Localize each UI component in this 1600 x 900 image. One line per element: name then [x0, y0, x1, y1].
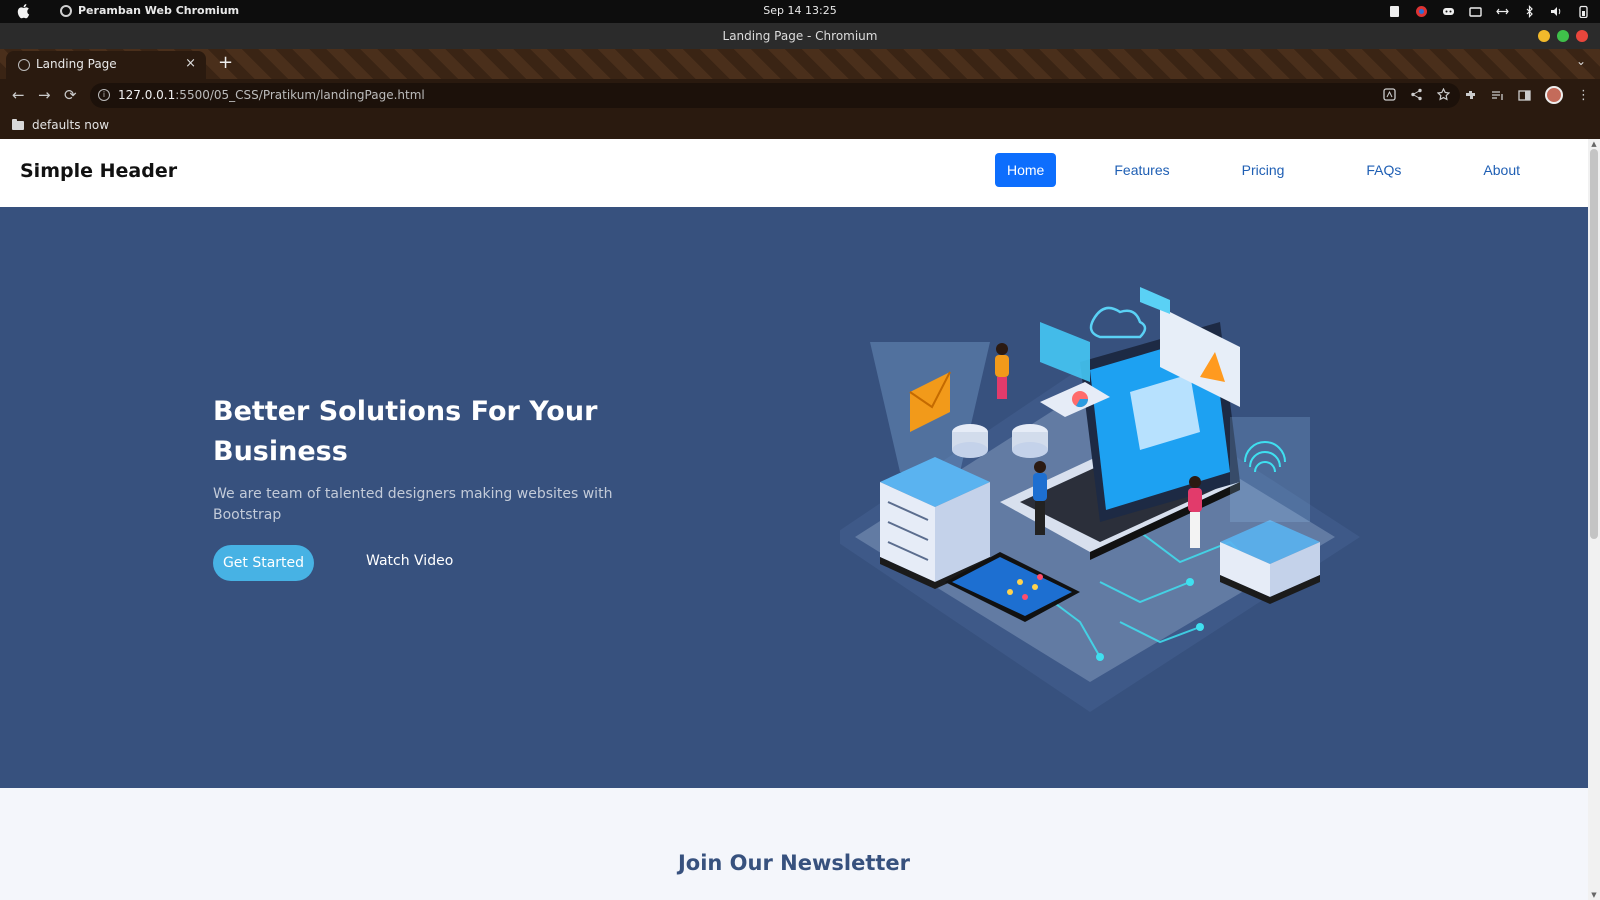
tab-search-button[interactable]: ⌄: [1576, 54, 1586, 68]
site-logo[interactable]: Simple Header: [20, 160, 177, 182]
get-started-button[interactable]: Get Started: [213, 545, 314, 581]
url-host: 127.0.0.1: [118, 88, 176, 102]
share-icon[interactable]: [1410, 88, 1423, 101]
window-title: Landing Page - Chromium: [722, 29, 878, 43]
notes-icon[interactable]: [1388, 5, 1401, 18]
tab-strip: Landing Page ×: [0, 49, 1600, 79]
hero-subtitle: We are team of talented designers making…: [213, 486, 613, 523]
scroll-down-icon[interactable]: ▼: [1590, 891, 1598, 899]
tab-title: Landing Page: [36, 57, 117, 71]
clock[interactable]: Sep 14 13:25: [0, 4, 1600, 17]
browser-menu-button[interactable]: ⋮: [1577, 88, 1590, 103]
side-panel-icon[interactable]: [1518, 89, 1531, 102]
hero-illustration: [840, 287, 1360, 712]
bookmark-folder-defaults[interactable]: defaults now: [12, 118, 109, 132]
scroll-up-icon[interactable]: ▲: [1590, 140, 1598, 148]
record-icon[interactable]: [1415, 5, 1428, 18]
minimize-button[interactable]: [1538, 30, 1550, 42]
os-top-bar: Peramban Web Chromium Sep 14 13:25: [0, 0, 1600, 23]
toolbar-right: ⋮: [1464, 86, 1590, 104]
window-title-bar[interactable]: Landing Page - Chromium: [0, 23, 1600, 49]
newsletter-title: Join Our Newsletter: [677, 851, 910, 875]
nav-home[interactable]: Home: [995, 153, 1057, 187]
main-nav: Home Features Pricing FAQs About: [995, 153, 1532, 187]
globe-icon: [18, 59, 30, 71]
window-controls: [1538, 30, 1588, 42]
translate-icon[interactable]: [1383, 88, 1396, 101]
network-icon[interactable]: [1496, 5, 1509, 18]
wallet-icon[interactable]: [1469, 5, 1482, 18]
discord-icon[interactable]: [1442, 5, 1455, 18]
browser-toolbar: ← → ⟳ i 127.0.0.1:5500/05_CSS/Pratikum/l…: [0, 79, 1600, 112]
reload-button[interactable]: ⟳: [64, 86, 77, 104]
scroll-thumb[interactable]: [1590, 149, 1598, 539]
close-tab-icon[interactable]: ×: [185, 56, 196, 71]
nav-faqs[interactable]: FAQs: [1354, 153, 1413, 187]
close-window-button[interactable]: [1576, 30, 1588, 42]
new-tab-button[interactable]: +: [218, 52, 233, 73]
watch-video-button[interactable]: Watch Video: [366, 553, 453, 569]
battery-icon[interactable]: [1577, 5, 1590, 18]
address-bar-actions: [1383, 88, 1450, 101]
maximize-button[interactable]: [1557, 30, 1569, 42]
site-info-icon[interactable]: i: [98, 89, 110, 101]
folder-icon: [12, 118, 24, 130]
url-path: :5500/05_CSS/Pratikum/landingPage.html: [175, 88, 425, 102]
hero-section: Better Solutions For Your Business We ar…: [0, 207, 1588, 788]
hero-title: Better Solutions For Your Business: [213, 396, 598, 467]
nav-features[interactable]: Features: [1102, 153, 1181, 187]
nav-pricing[interactable]: Pricing: [1230, 153, 1297, 187]
back-button[interactable]: ←: [12, 86, 25, 104]
url-text: 127.0.0.1:5500/05_CSS/Pratikum/landingPa…: [118, 88, 425, 102]
system-tray: [1388, 3, 1590, 20]
site-header: Simple Header Home Features Pricing FAQs…: [0, 139, 1588, 207]
bookmark-star-icon[interactable]: [1437, 88, 1450, 101]
bookmarks-bar: defaults now: [0, 112, 1600, 139]
bookmark-label: defaults now: [32, 118, 110, 132]
tab-landing-page[interactable]: Landing Page ×: [6, 51, 206, 79]
extensions-icon[interactable]: [1464, 89, 1477, 102]
bluetooth-icon[interactable]: [1523, 5, 1536, 18]
volume-icon[interactable]: [1550, 5, 1563, 18]
address-bar[interactable]: i 127.0.0.1:5500/05_CSS/Pratikum/landing…: [90, 83, 1460, 108]
forward-button[interactable]: →: [38, 86, 51, 104]
profile-avatar[interactable]: [1545, 86, 1563, 104]
page-scrollbar[interactable]: ▲ ▼: [1588, 139, 1600, 900]
page-viewport: Simple Header Home Features Pricing FAQs…: [0, 139, 1600, 900]
media-queue-icon[interactable]: [1491, 89, 1504, 102]
nav-about[interactable]: About: [1471, 153, 1532, 187]
